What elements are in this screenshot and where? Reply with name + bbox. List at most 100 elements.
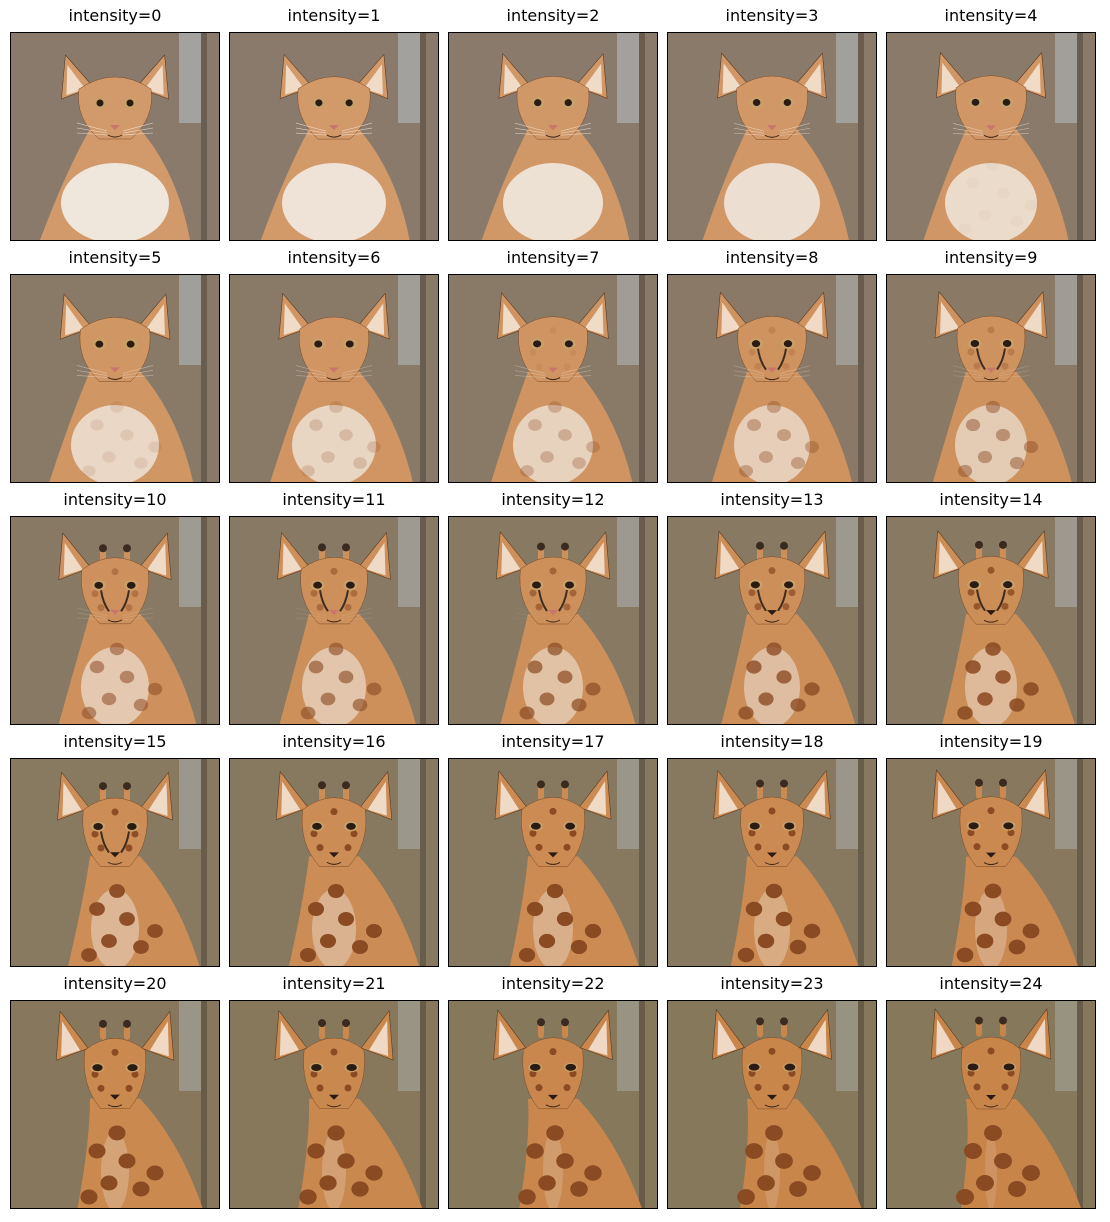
window-frame bbox=[858, 275, 864, 482]
neck-spot bbox=[570, 1181, 588, 1197]
neck-spot bbox=[90, 419, 104, 431]
ossicone-tip bbox=[780, 1017, 788, 1026]
face-spot bbox=[1007, 588, 1015, 596]
neck-spot bbox=[133, 940, 149, 954]
neck-spot bbox=[548, 401, 562, 413]
neck-spot bbox=[964, 1143, 982, 1159]
neck-spot bbox=[977, 450, 993, 464]
animal-photo bbox=[11, 1001, 219, 1208]
neck-spot bbox=[805, 441, 819, 453]
neck-spot bbox=[739, 465, 753, 477]
neck-spot bbox=[319, 933, 337, 949]
window-light bbox=[617, 33, 639, 123]
face-spot bbox=[987, 807, 995, 815]
panel-title: intensity=13 bbox=[720, 490, 824, 509]
pupil bbox=[1002, 340, 1012, 347]
image-panel: intensity=24 bbox=[886, 968, 1096, 1210]
panel-title: intensity=1 bbox=[287, 6, 381, 25]
panel-title: intensity=19 bbox=[939, 732, 1043, 751]
face-spot bbox=[97, 1084, 105, 1092]
animal-photo bbox=[230, 33, 438, 240]
pupil bbox=[312, 822, 322, 830]
window-light bbox=[179, 275, 201, 365]
window-light bbox=[1055, 275, 1077, 365]
window-light bbox=[398, 759, 420, 849]
panel-photo bbox=[10, 274, 220, 483]
neck-spot bbox=[309, 419, 323, 431]
ossicone-tip bbox=[99, 544, 107, 553]
window-frame bbox=[1077, 759, 1083, 966]
pupil bbox=[783, 340, 793, 348]
image-panel: intensity=1 bbox=[229, 0, 439, 242]
face-spot bbox=[754, 1083, 762, 1091]
pupil bbox=[1002, 98, 1011, 106]
panel-photo bbox=[886, 32, 1096, 241]
neck-spot bbox=[80, 1189, 98, 1205]
panel-photo bbox=[667, 1000, 877, 1209]
face-spot bbox=[987, 1047, 995, 1055]
neck-spot bbox=[976, 933, 994, 949]
neck-spot bbox=[1022, 923, 1040, 939]
window-light bbox=[179, 33, 201, 123]
pupil bbox=[750, 581, 760, 589]
animal-photo bbox=[449, 1001, 657, 1208]
panel-photo bbox=[229, 1000, 439, 1209]
neck-spot bbox=[956, 1189, 974, 1205]
ossicone-tip bbox=[537, 780, 545, 789]
neck-spot bbox=[119, 670, 135, 684]
image-panel: intensity=22 bbox=[448, 968, 658, 1210]
panel-title: intensity=18 bbox=[720, 732, 824, 751]
pupil bbox=[1003, 822, 1014, 830]
panel-title: intensity=3 bbox=[725, 6, 819, 25]
neck-spot bbox=[767, 401, 781, 413]
neck-spot bbox=[572, 457, 586, 469]
face-spot bbox=[768, 807, 776, 815]
image-panel: intensity=5 bbox=[10, 242, 220, 484]
neck-spot bbox=[965, 660, 981, 674]
pupil bbox=[1003, 581, 1013, 589]
neck-spot bbox=[327, 1125, 345, 1141]
face-spot bbox=[973, 1083, 981, 1091]
chest-fur bbox=[965, 647, 1017, 724]
window-frame bbox=[420, 759, 426, 966]
face-spot bbox=[344, 603, 352, 611]
face-spot bbox=[125, 844, 133, 852]
window-frame bbox=[639, 759, 645, 966]
image-panel: intensity=14 bbox=[886, 484, 1096, 726]
panel-title: intensity=12 bbox=[501, 490, 605, 509]
window-light bbox=[1055, 517, 1077, 607]
image-grid-figure: intensity=0 intensity=1 intensity=2 intensi… bbox=[0, 0, 1110, 1222]
animal-photo bbox=[11, 517, 219, 724]
pupil bbox=[564, 340, 573, 348]
neck-spot bbox=[299, 947, 317, 963]
neck-spot bbox=[308, 660, 324, 674]
face-spot bbox=[788, 589, 796, 597]
panel-photo bbox=[229, 758, 439, 967]
face-spot bbox=[788, 348, 796, 356]
neck-spot bbox=[118, 1153, 136, 1169]
window-light bbox=[1055, 759, 1077, 849]
neck-spot bbox=[737, 1189, 755, 1205]
panel-photo bbox=[667, 516, 877, 725]
neck-spot bbox=[120, 429, 134, 441]
neck-spot bbox=[547, 642, 563, 656]
chest-fur bbox=[724, 163, 820, 240]
pupil bbox=[346, 822, 356, 830]
neck-spot bbox=[1023, 682, 1039, 696]
face-spot bbox=[111, 808, 119, 816]
ossicone-tip bbox=[318, 781, 326, 790]
chest-fur bbox=[975, 889, 1007, 966]
pupil bbox=[94, 581, 104, 589]
neck-spot bbox=[586, 441, 600, 453]
animal-photo bbox=[887, 759, 1095, 966]
window-frame bbox=[1077, 33, 1083, 240]
neck-spot bbox=[765, 883, 783, 899]
face-spot bbox=[754, 362, 762, 370]
neck-spot bbox=[995, 428, 1011, 442]
face-spot bbox=[97, 604, 105, 612]
panel-title: intensity=2 bbox=[506, 6, 600, 25]
ossicone-tip bbox=[756, 779, 764, 788]
panel-photo bbox=[667, 32, 877, 241]
panel-title: intensity=9 bbox=[944, 248, 1038, 267]
window-frame bbox=[639, 275, 645, 482]
